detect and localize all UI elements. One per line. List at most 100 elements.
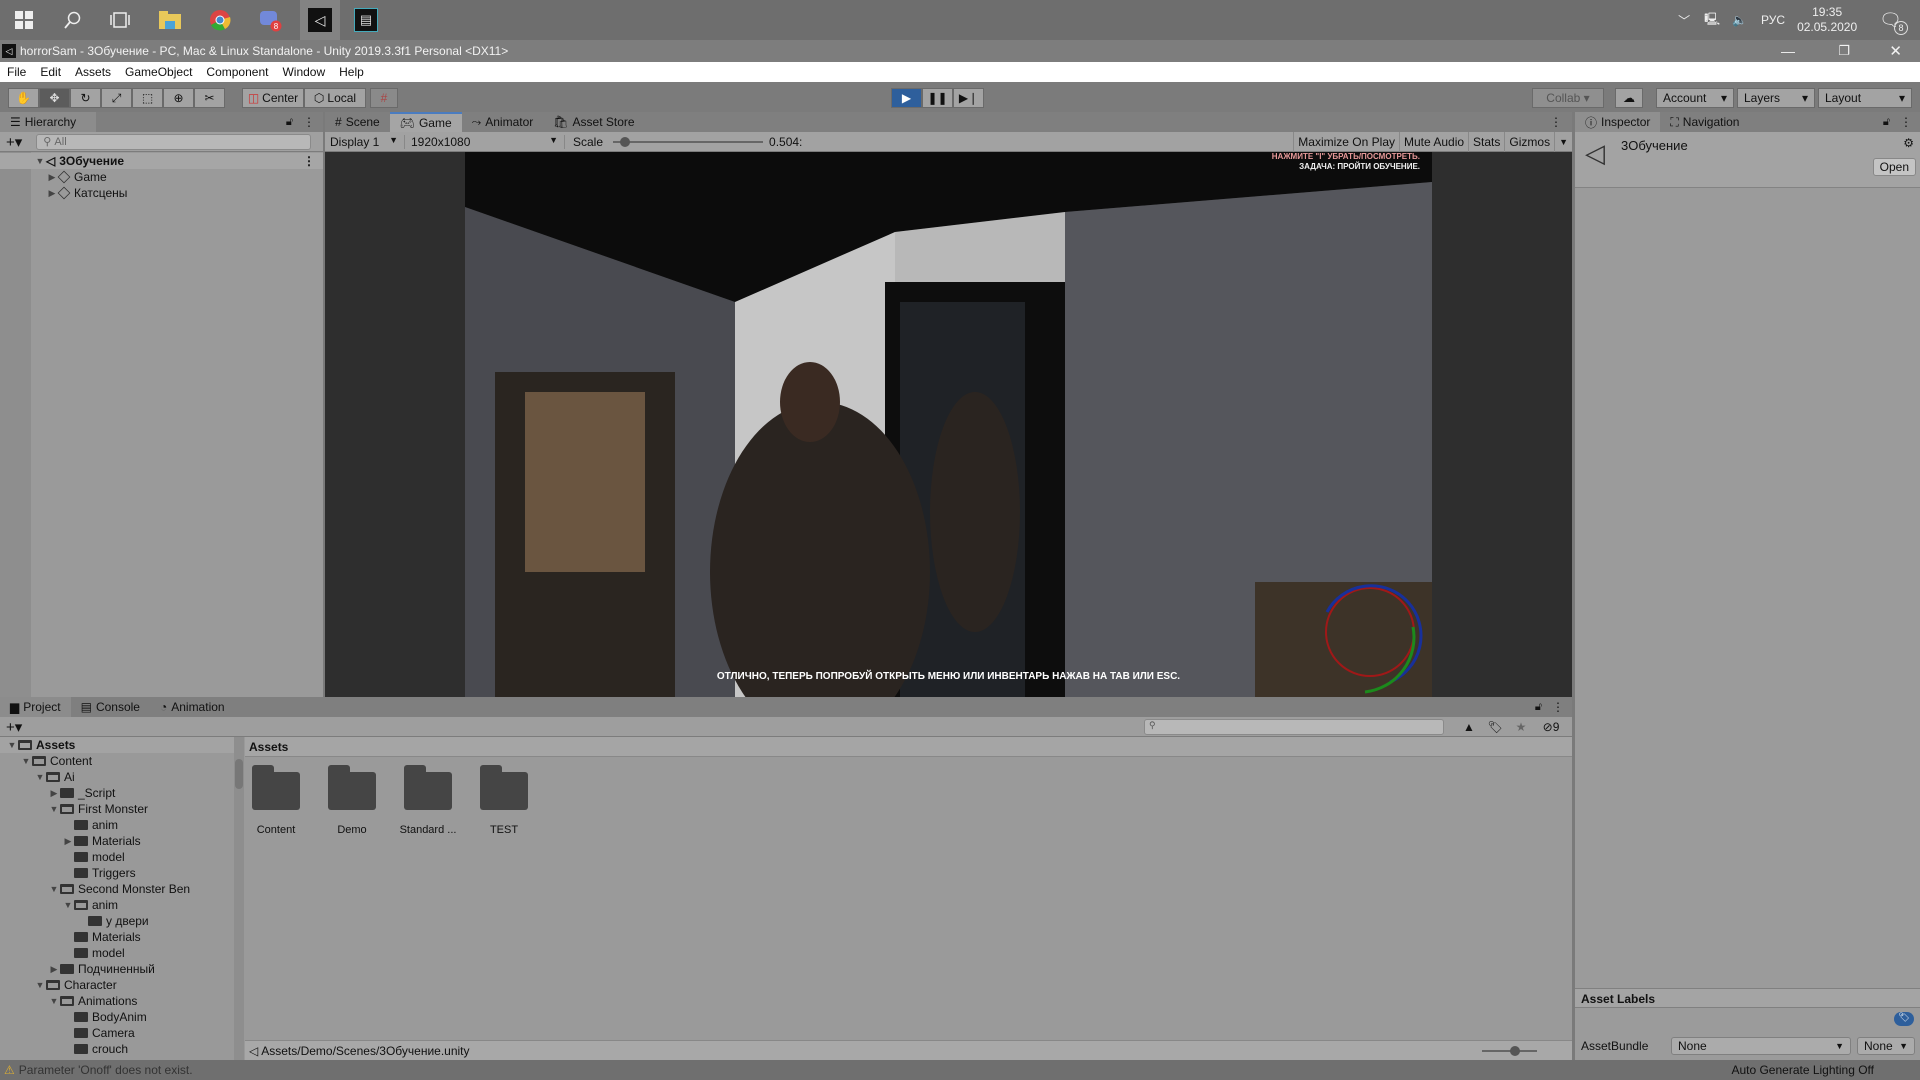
- tray-chevron-icon[interactable]: ﹀: [1678, 12, 1690, 29]
- project-tree-item[interactable]: crouch: [0, 1041, 234, 1057]
- film-editor-icon[interactable]: ▤: [350, 4, 382, 36]
- project-tree-item[interactable]: ▼ Animations: [0, 993, 234, 1009]
- menu-window[interactable]: Window: [275, 65, 332, 79]
- project-breadcrumb[interactable]: Assets: [245, 737, 1572, 757]
- more-options-icon[interactable]: ⋮: [303, 115, 315, 129]
- lock-icon[interactable]: 🔓︎: [1535, 701, 1542, 714]
- more-options-icon[interactable]: ⋮: [1552, 700, 1564, 714]
- filter-by-label-icon[interactable]: 🏷︎: [1482, 720, 1508, 734]
- lock-icon[interactable]: 🔓︎: [1883, 116, 1890, 129]
- volume-icon[interactable]: 🔈: [1732, 13, 1747, 27]
- tab-animation[interactable]: ◔ Animation: [150, 697, 235, 717]
- project-tree-item[interactable]: ▼ Assets: [0, 737, 234, 753]
- project-tree-item[interactable]: ▼ Character: [0, 977, 234, 993]
- expand-down-icon[interactable]: ▼: [62, 900, 74, 910]
- tab-inspector[interactable]: ⓘ Inspector: [1575, 112, 1661, 132]
- expand-down-icon[interactable]: ▼: [6, 740, 18, 750]
- game-render-view[interactable]: НАЖМИТЕ "I" УБРАТЬ/ПОСМОТРЕТЬ. ЗАДАЧА: П…: [465, 152, 1432, 697]
- scale-tool-button[interactable]: ⤢: [101, 88, 132, 108]
- menu-file[interactable]: File: [0, 65, 33, 79]
- icon-size-slider[interactable]: [1482, 1046, 1537, 1056]
- expand-right-icon[interactable]: ▶: [48, 788, 60, 799]
- close-button[interactable]: ✕: [1889, 42, 1902, 60]
- project-tree-item[interactable]: ▼ Content: [0, 753, 234, 769]
- project-tree-item[interactable]: ▶ Materials: [0, 833, 234, 849]
- account-dropdown[interactable]: Account ▾: [1656, 88, 1734, 108]
- tab-navigation[interactable]: ⛶ Navigation: [1660, 112, 1749, 132]
- settings-gear-icon[interactable]: ⚙: [1903, 136, 1914, 150]
- menu-help[interactable]: Help: [332, 65, 371, 79]
- project-tree-item[interactable]: ▶ Подчиненный: [0, 961, 234, 977]
- hand-tool-button[interactable]: ✋: [8, 88, 39, 108]
- scene-menu-icon[interactable]: ⋮: [303, 154, 315, 168]
- play-button[interactable]: ▶: [891, 88, 922, 108]
- tree-scrollbar[interactable]: [234, 737, 244, 1060]
- expand-down-icon[interactable]: ▼: [34, 772, 46, 782]
- icon-size-slider-thumb[interactable]: [1510, 1046, 1520, 1056]
- project-tree-item[interactable]: ▼ Ai: [0, 769, 234, 785]
- lock-icon[interactable]: 🔓︎: [286, 116, 293, 129]
- hierarchy-item-cutscenes[interactable]: ▶ Катсцены: [46, 185, 128, 201]
- space-toggle[interactable]: ⬡ Local: [304, 88, 366, 108]
- expand-down-icon[interactable]: ▼: [48, 884, 60, 894]
- display-dropdown[interactable]: Display 1 ▼: [325, 134, 405, 149]
- minimize-button[interactable]: —: [1781, 43, 1795, 59]
- project-tree-item[interactable]: BodyAnim: [0, 1009, 234, 1025]
- expand-right-icon[interactable]: ▶: [46, 172, 58, 183]
- layers-dropdown[interactable]: Layers ▾: [1737, 88, 1815, 108]
- project-tree-item[interactable]: ▼ First Monster: [0, 801, 234, 817]
- project-tree-item[interactable]: ▼ anim: [0, 897, 234, 913]
- menu-assets[interactable]: Assets: [68, 65, 118, 79]
- cloud-button[interactable]: ☁: [1615, 88, 1643, 108]
- tab-console[interactable]: ▤ Console: [71, 697, 150, 717]
- project-tree-item[interactable]: ▶ _Script: [0, 785, 234, 801]
- project-tree-item[interactable]: у двери: [0, 913, 234, 929]
- rect-tool-button[interactable]: ⬚: [132, 88, 163, 108]
- project-tree-item[interactable]: Camera: [0, 1025, 234, 1041]
- custom-tool-button[interactable]: ✂: [194, 88, 225, 108]
- menu-gameobject[interactable]: GameObject: [118, 65, 199, 79]
- asset-folder[interactable]: TEST: [473, 765, 535, 836]
- scene-row[interactable]: ▼ ◁ 3Обучение ⋮: [0, 153, 323, 169]
- hierarchy-search-input[interactable]: ⚲ All: [36, 133, 312, 150]
- project-tree-item[interactable]: Materials: [0, 929, 234, 945]
- open-button[interactable]: Open: [1872, 158, 1916, 176]
- expand-down-icon[interactable]: ▼: [48, 996, 60, 1006]
- project-tree-item[interactable]: model: [0, 945, 234, 961]
- stats-toggle[interactable]: Stats: [1468, 131, 1504, 152]
- asset-folder[interactable]: Content: [245, 765, 307, 836]
- network-icon[interactable]: 🖳: [1704, 10, 1720, 31]
- scale-slider[interactable]: [613, 136, 764, 148]
- expand-right-icon[interactable]: ▶: [46, 188, 58, 199]
- asset-bundle-dropdown[interactable]: None ▼: [1671, 1037, 1851, 1055]
- expand-right-icon[interactable]: ▶: [62, 836, 74, 847]
- tab-scene[interactable]: # Scene: [325, 112, 390, 132]
- unity-icon[interactable]: ◁: [300, 0, 340, 40]
- collab-dropdown[interactable]: Collab ▾: [1532, 88, 1604, 108]
- expand-down-icon[interactable]: ▼: [34, 980, 46, 990]
- pause-button[interactable]: ❚❚: [922, 88, 953, 108]
- notifications-icon[interactable]: 🗨 8: [1879, 10, 1908, 35]
- resolution-dropdown[interactable]: 1920x1080 ▼: [405, 134, 565, 149]
- scale-slider-thumb[interactable]: [620, 136, 631, 147]
- more-options-icon[interactable]: ⋮: [1550, 115, 1562, 129]
- snap-toggle[interactable]: #: [370, 88, 398, 108]
- rotate-tool-button[interactable]: ↻: [70, 88, 101, 108]
- move-tool-button[interactable]: ✥: [39, 88, 70, 108]
- status-warning-message[interactable]: Parameter 'Onoff' does not exist.: [19, 1063, 193, 1077]
- restore-button[interactable]: ❐: [1838, 43, 1850, 59]
- project-search-input[interactable]: ⚲: [1144, 718, 1444, 735]
- gizmos-toggle[interactable]: Gizmos: [1504, 131, 1554, 152]
- create-add-icon[interactable]: +▾: [6, 718, 22, 736]
- language-indicator[interactable]: РУС: [1761, 13, 1785, 27]
- step-button[interactable]: ▶❘: [953, 88, 984, 108]
- search-icon[interactable]: [56, 4, 88, 36]
- mute-audio-toggle[interactable]: Mute Audio: [1399, 131, 1468, 152]
- tab-animator[interactable]: ⤳ Animator: [462, 112, 544, 132]
- layout-dropdown[interactable]: Layout ▾: [1818, 88, 1912, 108]
- project-tree-item[interactable]: ▼ Second Monster Ben: [0, 881, 234, 897]
- hidden-packages-toggle[interactable]: ⊘9: [1534, 720, 1568, 734]
- expand-down-icon[interactable]: ▼: [34, 156, 46, 166]
- more-options-icon[interactable]: ⋮: [1900, 115, 1912, 129]
- gizmos-dropdown[interactable]: ▼: [1554, 131, 1572, 152]
